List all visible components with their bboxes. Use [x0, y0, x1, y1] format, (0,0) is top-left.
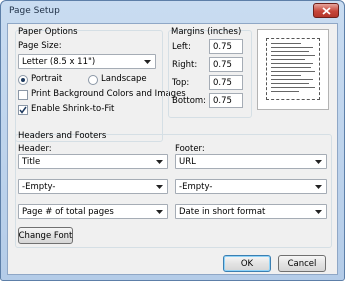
header-select-2[interactable]: -Empty- [18, 179, 168, 194]
right-margin-label: Right: [172, 60, 198, 70]
portrait-radio[interactable] [18, 75, 28, 85]
landscape-label: Landscape [101, 74, 147, 84]
top-margin-input[interactable]: 0.75 [209, 75, 243, 90]
bottom-margin-input[interactable]: 0.75 [209, 93, 243, 108]
preview-margin-frame [266, 38, 320, 100]
window-title: Page Setup [9, 6, 60, 16]
headers-footers-legend: Headers and Footers [18, 131, 107, 141]
change-font-button[interactable]: Change Font [18, 227, 73, 244]
margins-legend: Margins (inches) [171, 27, 242, 37]
bottom-margin-label: Bottom: [172, 96, 207, 106]
cancel-button[interactable]: Cancel [278, 255, 326, 272]
chevron-down-icon [315, 210, 322, 214]
shrink-to-fit-checkbox[interactable] [18, 105, 28, 115]
chevron-down-icon [315, 160, 322, 164]
shrink-to-fit-label: Enable Shrink-to-Fit [31, 104, 115, 114]
header-label: Header: [18, 144, 52, 154]
page-preview [257, 29, 329, 110]
page-size-select[interactable]: Letter (8.5 x 11") [18, 54, 156, 69]
footer-select-3[interactable]: Date in short format [175, 204, 327, 219]
close-icon [321, 6, 331, 15]
footer-select-1[interactable]: URL [175, 154, 327, 169]
footer-label: Footer: [175, 144, 205, 154]
chevron-down-icon [156, 185, 163, 189]
chevron-down-icon [315, 185, 322, 189]
header-select-3[interactable]: Page # of total pages [18, 204, 168, 219]
chevron-down-icon [156, 210, 163, 214]
print-background-label: Print Background Colors and Images [31, 89, 186, 99]
left-margin-label: Left: [172, 42, 191, 52]
paper-options-legend: Paper Options [18, 27, 78, 37]
ok-button[interactable]: OK [223, 255, 271, 272]
page-size-value: Letter (8.5 x 11") [22, 56, 96, 67]
chevron-down-icon [156, 160, 163, 164]
footer-select-2[interactable]: -Empty- [175, 179, 327, 194]
right-margin-input[interactable]: 0.75 [209, 57, 243, 72]
top-margin-label: Top: [172, 78, 190, 88]
checkmark-icon [19, 106, 27, 114]
title-bar[interactable]: Page Setup [1, 1, 344, 23]
page-size-label: Page Size: [18, 41, 62, 51]
page-setup-window: Page Setup Paper Options Page Size: Lett… [0, 0, 345, 281]
portrait-label: Portrait [31, 74, 63, 84]
close-button[interactable] [313, 3, 339, 18]
left-margin-input[interactable]: 0.75 [209, 39, 243, 54]
print-background-checkbox[interactable] [18, 90, 28, 100]
landscape-radio[interactable] [88, 75, 98, 85]
chevron-down-icon [144, 60, 151, 64]
header-select-1[interactable]: Title [18, 154, 168, 169]
dialog-client-area: Paper Options Page Size: Letter (8.5 x 1… [7, 23, 338, 275]
